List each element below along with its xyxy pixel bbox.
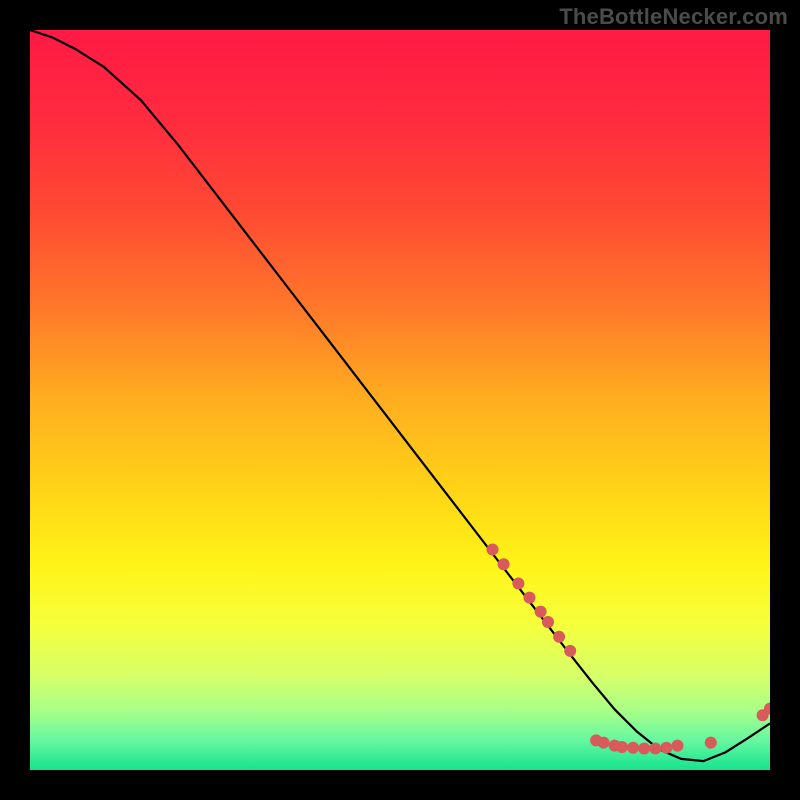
- data-marker: [487, 543, 499, 555]
- data-marker: [616, 741, 628, 753]
- data-marker: [512, 578, 524, 590]
- data-marker: [535, 606, 547, 618]
- data-marker: [660, 742, 672, 754]
- data-marker: [598, 737, 610, 749]
- chart-plot-area: [30, 30, 770, 770]
- data-marker: [638, 743, 650, 755]
- data-marker: [564, 645, 576, 657]
- data-marker: [705, 737, 717, 749]
- chart-svg: [30, 30, 770, 770]
- chart-background: [30, 30, 770, 770]
- data-marker: [524, 592, 536, 604]
- chart-stage: TheBottleNecker.com: [0, 0, 800, 800]
- data-marker: [672, 740, 684, 752]
- data-marker: [627, 742, 639, 754]
- data-marker: [498, 558, 510, 570]
- watermark-text: TheBottleNecker.com: [559, 4, 788, 30]
- data-marker: [553, 631, 565, 643]
- data-marker: [542, 616, 554, 628]
- data-marker: [649, 743, 661, 755]
